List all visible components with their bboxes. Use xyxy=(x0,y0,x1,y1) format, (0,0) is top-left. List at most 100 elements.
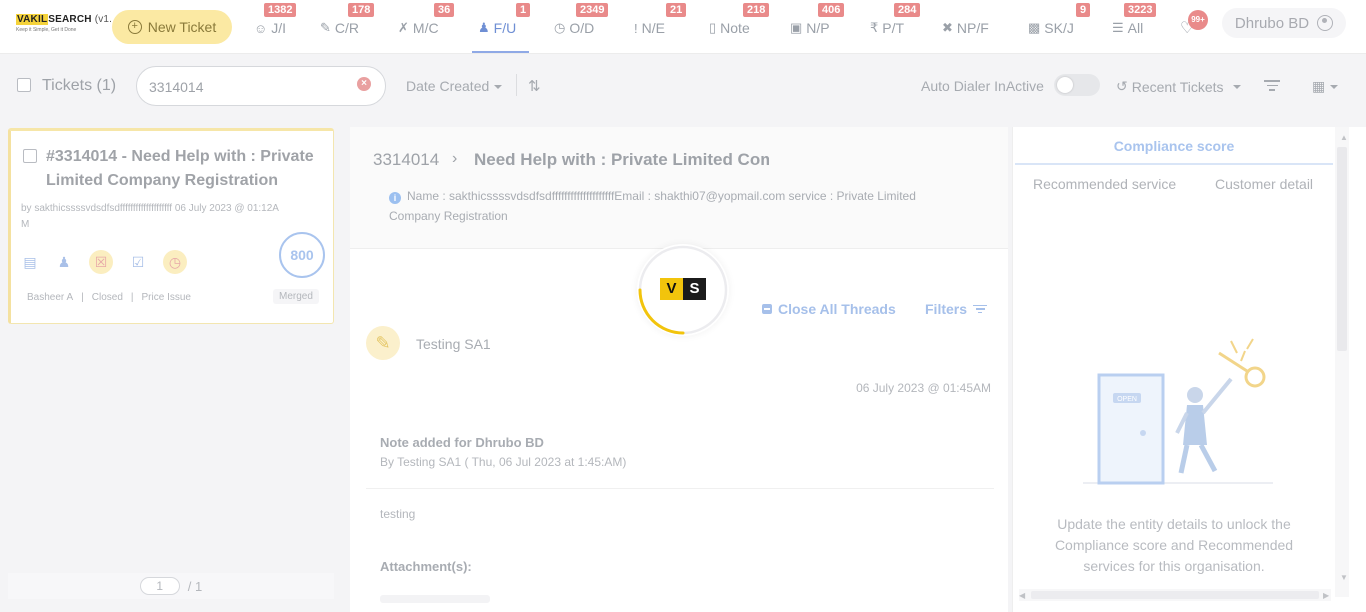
filter-icon[interactable] xyxy=(1264,77,1280,94)
users-icon: ♟ xyxy=(478,20,490,35)
scrollbar-thumb[interactable] xyxy=(1031,591,1319,599)
nav-badge-fu: 1 xyxy=(516,3,531,17)
filters-button[interactable]: Filters xyxy=(925,301,988,317)
door-sign-text: OPEN xyxy=(1117,396,1137,403)
detail-title: Need Help with : Private Limited Company… xyxy=(474,150,769,169)
tab-recommended-service[interactable]: Recommended service xyxy=(1033,176,1176,192)
nav-tab-ne[interactable]: 21 ! N/E xyxy=(634,3,687,40)
filter-icon xyxy=(973,303,988,316)
nav-tab-fu[interactable]: 1 ♟ F/U xyxy=(478,3,531,40)
horizontal-scrollbar[interactable] xyxy=(1019,589,1331,601)
brand-rest: SEARCH xyxy=(48,14,92,25)
new-ticket-label: New Ticket xyxy=(147,19,217,35)
chevron-right-icon: › xyxy=(452,150,458,167)
table-icon: ▦ xyxy=(1312,78,1326,94)
rupee-icon: ₹ xyxy=(870,20,879,35)
user-menu-button[interactable]: Dhrubo BD xyxy=(1222,8,1346,38)
top-navbar: VAKILSEARCH (v1. Keep it Simple, Get it … xyxy=(0,0,1366,54)
auto-dialer-label: Auto Dialer InActive xyxy=(921,78,1044,94)
clipboard-icon: ▯ xyxy=(709,20,717,35)
nav-tab-pt[interactable]: 284 ₹ P/T xyxy=(870,3,921,40)
money-icon: ▣ xyxy=(790,20,803,35)
loading-spinner: V S xyxy=(637,244,729,336)
nav-tab-npf[interactable]: ✖ NP/F xyxy=(942,16,989,40)
ticket-toolbar: Tickets (1) × Date Created ⇅ Auto Dialer… xyxy=(0,55,1366,117)
ticket-detail: 3314014 › Need Help with : Private Limit… xyxy=(350,127,1008,612)
ticket-checkbox[interactable] xyxy=(23,149,37,163)
nav-badge-pt: 284 xyxy=(894,3,921,17)
layout-dropdown[interactable]: ▦ xyxy=(1312,78,1339,95)
note-date: 06 July 2023 @ 01:45AM xyxy=(856,381,991,395)
user-icon: ☺ xyxy=(254,20,268,36)
ticket-card[interactable]: #3314014 - Need Help with : Private Limi… xyxy=(8,128,334,324)
cancel-document-icon[interactable]: ☒ xyxy=(89,250,113,274)
brand-logo[interactable]: VAKILSEARCH (v1. Keep it Simple, Get it … xyxy=(16,14,112,40)
nav-tab-skj[interactable]: 9 ▩ SK/J xyxy=(1028,3,1091,40)
document-check-icon[interactable]: ☑ xyxy=(129,253,147,271)
timer-icon[interactable]: ◷ xyxy=(163,250,187,274)
page-input[interactable]: 1 xyxy=(139,577,180,595)
no-tools-icon: ✖ xyxy=(942,20,953,35)
nav-label-note: Note xyxy=(720,20,750,36)
ticket-title[interactable]: #3314014 - Need Help with : Private Limi… xyxy=(46,145,328,193)
chevron-down-icon xyxy=(1330,85,1339,90)
select-all-checkbox[interactable] xyxy=(17,78,31,92)
ticket-footer: Basheer A | Closed | Price Issue xyxy=(27,292,191,303)
list-icon: ☰ xyxy=(1112,20,1124,35)
scroll-right-icon[interactable]: ▶ xyxy=(1323,591,1329,600)
detail-info: i Name : sakthicssssvdsdfsdffffffffffffff… xyxy=(389,186,949,226)
recent-tickets-dropdown[interactable]: ↺ Recent Tickets xyxy=(1116,78,1241,95)
nav-tab-np[interactable]: 406 ▣ N/P xyxy=(790,3,845,40)
ticket-assignee: Basheer A xyxy=(27,292,74,303)
chevron-down-icon xyxy=(1232,84,1241,89)
sort-icon[interactable]: ⇅ xyxy=(528,77,541,95)
ticket-detail-header: 3314014 › Need Help with : Private Limit… xyxy=(350,127,1008,249)
nav-label-mc: M/C xyxy=(412,20,439,36)
vertical-scrollbar[interactable] xyxy=(1335,127,1349,597)
ticket-search-input[interactable] xyxy=(149,77,349,97)
card-icon[interactable]: ▤ xyxy=(21,253,39,271)
nav-tab-ji[interactable]: 1382 ☺ J/I xyxy=(254,3,297,40)
nav-label-all: All xyxy=(1127,20,1144,36)
user-name: Dhrubo BD xyxy=(1234,14,1310,32)
clock-icon: ◷ xyxy=(554,20,566,35)
scroll-left-icon[interactable]: ◀ xyxy=(1019,591,1025,600)
note-author: Testing SA1 xyxy=(416,336,491,352)
nav-label-od: O/D xyxy=(569,20,595,36)
nav-tab-all[interactable]: 3223 ☰ All xyxy=(1112,3,1157,40)
nav-badge-ji: 1382 xyxy=(264,3,297,17)
nav-tab-cr[interactable]: 178 ✎ C/R xyxy=(320,3,375,40)
new-ticket-button[interactable]: + New Ticket xyxy=(112,10,232,44)
scroll-up-icon[interactable]: ▲ xyxy=(1340,133,1348,142)
nav-tab-mc[interactable]: 36 ✗ M/C xyxy=(398,3,455,40)
info-icon: i xyxy=(389,192,401,204)
attachments-label: Attachment(s): xyxy=(380,559,472,574)
recent-tickets-label: Recent Tickets xyxy=(1131,78,1224,95)
brand-tagline: Keep it Simple, Get it Done xyxy=(16,27,77,33)
scrollbar-thumb[interactable] xyxy=(1337,147,1347,351)
chevron-down-icon xyxy=(494,85,503,90)
person-icon[interactable]: ♟ xyxy=(55,253,73,271)
note-thread: Note added for Dhrubo BD By Testing SA1 … xyxy=(366,420,994,612)
date-created-dropdown[interactable]: Date Created xyxy=(406,78,503,94)
detail-ticket-id[interactable]: 3314014 xyxy=(373,150,439,170)
brand-version: (v1. xyxy=(94,14,113,25)
clear-search-icon[interactable]: × xyxy=(357,77,371,91)
nav-badge-all: 3223 xyxy=(1124,3,1157,17)
ticket-issue: Price Issue xyxy=(141,292,191,303)
attachment-item[interactable] xyxy=(380,595,490,603)
nav-tab-od[interactable]: 2349 ◷ O/D xyxy=(554,3,609,40)
collapse-icon xyxy=(762,304,772,314)
building-icon: ▩ xyxy=(1028,20,1041,35)
user-edit-icon: ✎ xyxy=(320,20,331,35)
exclamation-icon: ! xyxy=(634,20,638,36)
scroll-down-icon[interactable]: ▼ xyxy=(1340,573,1348,582)
auto-dialer-toggle[interactable] xyxy=(1054,74,1100,96)
nav-tab-note[interactable]: 218 ▯ Note xyxy=(709,3,770,40)
merged-badge: Merged xyxy=(273,289,319,304)
tab-customer-detail[interactable]: Customer detail xyxy=(1215,176,1313,192)
tab-compliance-score[interactable]: Compliance score xyxy=(1015,127,1333,165)
close-all-threads-button[interactable]: Close All Threads xyxy=(762,301,896,317)
nav-label-pt: P/T xyxy=(882,20,905,36)
vs-logo-v: V xyxy=(660,278,683,300)
